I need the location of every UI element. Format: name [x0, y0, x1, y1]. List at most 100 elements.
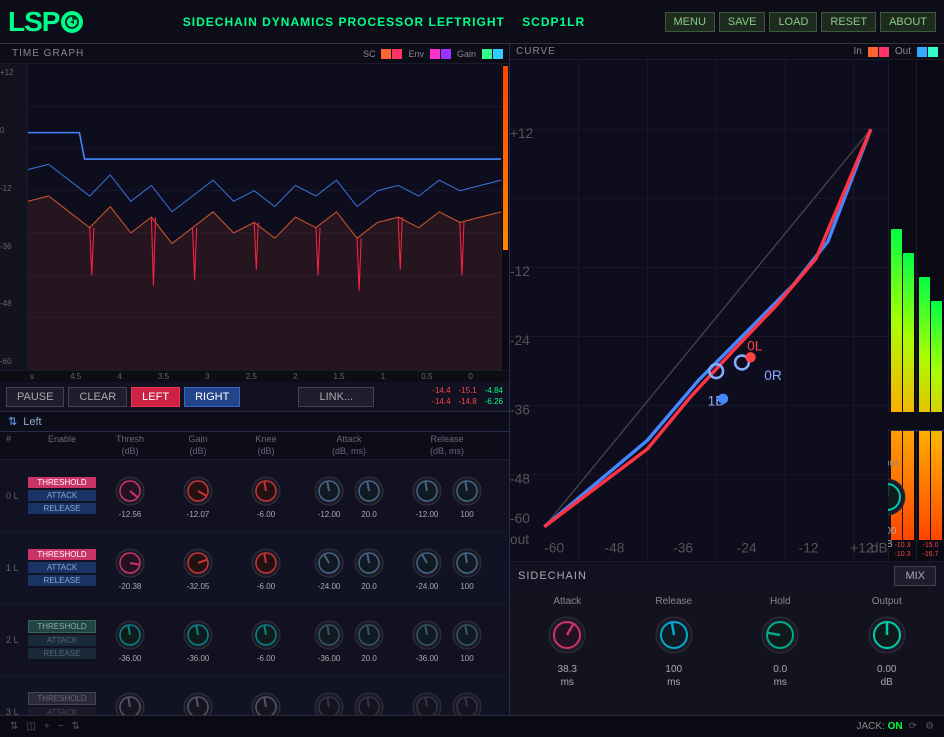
band-3l-knee-knob-wrap: -6.00 [232, 688, 300, 715]
band-2l-release-db-wrap: -36.00 [408, 616, 446, 663]
band-2l-threshold-btn[interactable]: THRESHOLD [28, 620, 96, 633]
signal-attack-knob[interactable] [543, 611, 591, 659]
band-1l-gain-knob-wrap: -32.05 [164, 544, 232, 591]
band-row-3l: 3 L THRESHOLD ATTACK RELEASE [0, 676, 509, 715]
svg-text:-48: -48 [510, 471, 530, 486]
band-3l-thresh-knob[interactable] [111, 688, 149, 715]
time-label-3.5: 3.5 [158, 372, 169, 381]
band-3l-attack-wrap: -48.00 20.0 [300, 688, 398, 715]
band-0l-attack-ms-knob[interactable] [350, 472, 388, 510]
band-3l-gain-knob-wrap: -48.00 [164, 688, 232, 715]
band-3l-num: 3 L [6, 707, 28, 715]
time-label-1.5: 1.5 [334, 372, 345, 381]
svg-text:-12: -12 [510, 264, 530, 279]
pause-button[interactable]: PAUSE [6, 387, 64, 407]
band-0l-knee-knob[interactable] [247, 472, 285, 510]
band-1l-attack-btn[interactable]: ATTACK [28, 562, 96, 573]
band-1l-knee-knob[interactable] [247, 544, 285, 582]
col-header-knee: Knee(dB) [232, 434, 300, 457]
svg-text:-48: -48 [605, 541, 625, 556]
band-1l-release-btn[interactable]: RELEASE [28, 575, 96, 586]
band-2l-gain-knob[interactable] [179, 616, 217, 654]
svg-text:-60: -60 [510, 511, 530, 526]
band-0l-gain-knob[interactable] [179, 472, 217, 510]
time-graph-svg [28, 64, 501, 370]
footer-btn-5[interactable]: ⇅ [70, 721, 82, 732]
band-1l-knee-knob-wrap: -6.00 [232, 544, 300, 591]
footer-btn-3[interactable]: + [42, 721, 52, 732]
band-2l-thresh-knob[interactable] [111, 616, 149, 654]
footer-jack-btn-1[interactable]: ⟳ [907, 721, 919, 732]
about-button[interactable]: ABOUT [880, 12, 936, 32]
band-3l-gain-knob[interactable] [179, 688, 217, 715]
meter-labels-row: SC Env Gain [363, 49, 503, 59]
band-1l-thresh-knob[interactable] [111, 544, 149, 582]
time-label-4.5: 4.5 [70, 372, 81, 381]
band-1l-attack-wrap: -24.00 20.0 [300, 544, 398, 591]
band-2l-attack-ms-knob[interactable] [350, 616, 388, 654]
band-1l-release-ms-knob[interactable] [448, 544, 486, 582]
band-3l-attack-db-knob[interactable] [310, 688, 348, 715]
band-2l-release-btn[interactable]: RELEASE [28, 648, 96, 659]
band-0l-attack-ms-val: 20.0 [361, 510, 377, 519]
band-2l-release-ms-knob[interactable] [448, 616, 486, 654]
sc-side-meter [501, 64, 509, 370]
menu-button[interactable]: MENU [665, 12, 715, 32]
time-label-0: 0 [469, 372, 473, 381]
hold-knob[interactable] [756, 611, 804, 659]
band-1l-gain-knob[interactable] [179, 544, 217, 582]
load-button[interactable]: LOAD [769, 12, 817, 32]
footer-btn-4[interactable]: − [56, 721, 66, 732]
output-knob[interactable] [863, 611, 911, 659]
time-label-2.5: 2.5 [246, 372, 257, 381]
sc-val2: -14.4 [432, 397, 450, 407]
band-1l-threshold-btn[interactable]: THRESHOLD [28, 549, 96, 560]
band-1l-release-db-knob[interactable] [408, 544, 446, 582]
left-button[interactable]: LEFT [131, 387, 180, 407]
link-button[interactable]: LINK... [298, 387, 374, 407]
footer-btn-2[interactable]: ◫ [24, 721, 37, 732]
band-3l-attack-btn[interactable]: ATTACK [28, 707, 96, 715]
band-0l-release-db-wrap: -12.00 [408, 472, 446, 519]
hold-cell: Hold 0.0 ms [729, 575, 832, 709]
band-0l-attack-btn[interactable]: ATTACK [28, 490, 96, 501]
col-header-enable: Enable [28, 434, 96, 457]
band-0l-release-db-knob[interactable] [408, 472, 446, 510]
band-col-headers: # Enable Thresh(dB) Gain(dB) Knee(dB) At… [0, 432, 509, 460]
band-1l-attack-db-val: -24.00 [318, 582, 341, 591]
footer-jack-btn-2[interactable]: ⚙ [923, 721, 936, 732]
signal-release-knob[interactable] [650, 611, 698, 659]
graph-canvas [28, 64, 501, 370]
band-1l-attack-db-knob[interactable] [310, 544, 348, 582]
band-3l-release-ms-wrap: 100 [448, 688, 486, 715]
gain-color-1 [482, 49, 492, 59]
band-3l-release-ms-knob[interactable] [448, 688, 486, 715]
reset-button[interactable]: RESET [821, 12, 876, 32]
band-0l-release-btn[interactable]: RELEASE [28, 503, 96, 514]
footer-btn-1[interactable]: ⇅ [8, 721, 20, 732]
band-0l-attack-db-knob[interactable] [310, 472, 348, 510]
band-1l-attack-ms-knob[interactable] [350, 544, 388, 582]
band-3l-knee-knob[interactable] [247, 688, 285, 715]
band-2l-attack-db-knob[interactable] [310, 616, 348, 654]
band-3l-release-db-knob[interactable] [408, 688, 446, 715]
band-0l-release-ms-knob[interactable] [448, 472, 486, 510]
clear-button[interactable]: CLEAR [68, 387, 127, 407]
band-0l-threshold-btn[interactable]: THRESHOLD [28, 477, 96, 488]
band-0l-attack-ms-wrap: 20.0 [350, 472, 388, 519]
band-2l-release-db-knob[interactable] [408, 616, 446, 654]
band-3l-attack-ms-knob[interactable] [350, 688, 388, 715]
band-2l-buttons: THRESHOLD ATTACK RELEASE [28, 620, 96, 659]
footer-bar: ⇅ ◫ + − ⇅ JACK: ON ⟳ ⚙ [0, 715, 944, 737]
band-2l-attack-btn[interactable]: ATTACK [28, 635, 96, 646]
band-2l-knee-knob[interactable] [247, 616, 285, 654]
band-0l-thresh-knob[interactable] [111, 472, 149, 510]
sc-readout: -14.4 -14.4 [432, 386, 450, 407]
right-button[interactable]: RIGHT [184, 387, 240, 407]
db-axis: +12 0 -12 -36 -48 -60 [0, 64, 28, 370]
save-button[interactable]: SAVE [719, 12, 766, 32]
band-3l-threshold-btn[interactable]: THRESHOLD [28, 692, 96, 705]
band-0l-buttons: THRESHOLD ATTACK RELEASE [28, 477, 96, 514]
band-1l-release-db-wrap: -24.00 [408, 544, 446, 591]
jack-label: JACK: ON [857, 721, 903, 732]
